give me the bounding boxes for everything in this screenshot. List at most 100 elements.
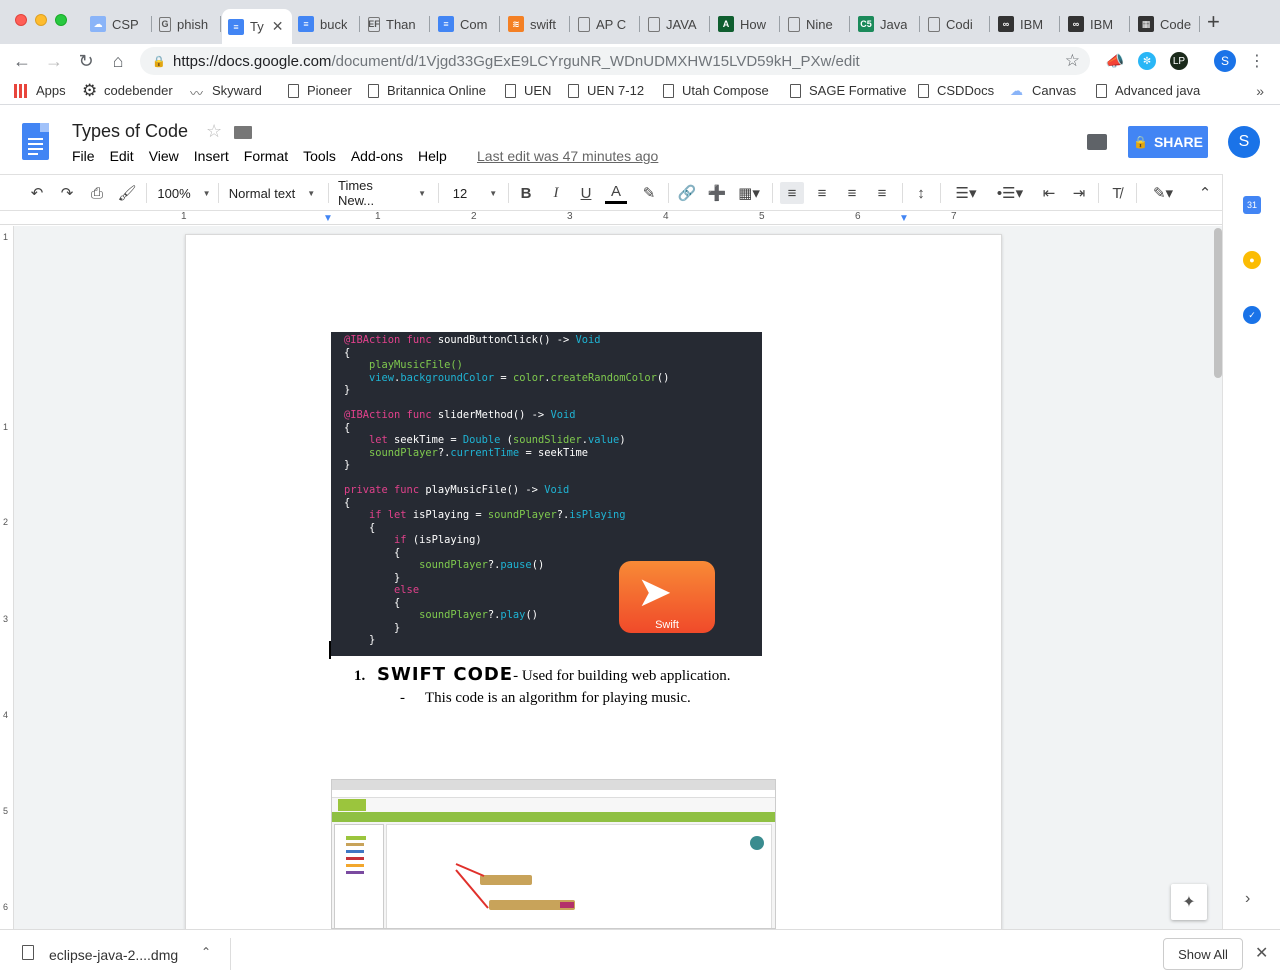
bookmark-star-icon[interactable]: ☆ — [1065, 51, 1080, 71]
print-icon[interactable]: ⎙ — [86, 182, 108, 204]
star-icon[interactable]: ☆ — [206, 121, 222, 142]
clear-formatting-icon[interactable]: T̸ — [1106, 182, 1128, 204]
tasks-icon[interactable]: ✓ — [1243, 306, 1261, 324]
menu-view[interactable]: View — [149, 148, 179, 164]
align-right-icon[interactable]: ≡ — [841, 182, 863, 204]
window-zoom-button[interactable] — [55, 14, 67, 26]
tab-14[interactable]: ∞ IBM — [992, 9, 1060, 39]
address-bar[interactable]: 🔒 https://docs.google.com/document/d/1Vj… — [140, 47, 1090, 75]
numbered-list-icon[interactable]: ☰▾ — [948, 182, 984, 204]
menu-tools[interactable]: Tools — [303, 148, 336, 164]
extension-icon[interactable]: ✼ — [1138, 52, 1156, 70]
document-title[interactable]: Types of Code — [72, 121, 188, 142]
bulleted-list-icon[interactable]: •☰▾ — [992, 182, 1028, 204]
app-inventor-screenshot-image[interactable] — [331, 779, 776, 929]
align-justify-icon[interactable]: ≡ — [871, 182, 893, 204]
bookmark-item[interactable]: ⚙ codebender — [82, 82, 173, 99]
tab-13[interactable]: Codi — [922, 9, 990, 39]
tab-5[interactable]: EF Than — [362, 9, 430, 39]
add-comment-icon[interactable]: ➕ — [706, 182, 728, 204]
align-center-icon[interactable]: ≡ — [811, 182, 833, 204]
last-edit-link[interactable]: Last edit was 47 minutes ago — [477, 148, 658, 164]
tab-2[interactable]: Gphish — [153, 9, 221, 39]
zoom-select[interactable]: 100% ▼ — [156, 182, 212, 204]
decrease-indent-icon[interactable]: ⇤ — [1038, 182, 1060, 204]
window-close-button[interactable] — [15, 14, 27, 26]
font-size-select[interactable]: 12 ▼ — [448, 182, 502, 204]
new-tab-button[interactable]: + — [1207, 11, 1220, 33]
align-left-icon[interactable]: ≡ — [780, 182, 804, 204]
tab-7[interactable]: ≋ swift — [502, 9, 570, 39]
bookmark-item[interactable]: SAGE Formative — [790, 83, 907, 98]
paint-format-icon[interactable]: 🖌 — [116, 182, 138, 204]
show-all-button[interactable]: Show All — [1163, 938, 1243, 970]
chevron-right-icon[interactable]: › — [1245, 890, 1250, 908]
underline-icon[interactable]: U — [575, 182, 597, 204]
menu-edit[interactable]: Edit — [110, 148, 134, 164]
keep-icon[interactable]: ● — [1243, 251, 1261, 269]
reload-icon[interactable]: ↻ — [74, 49, 98, 73]
text-color-icon[interactable]: A — [605, 182, 627, 204]
docs-logo-icon[interactable] — [22, 123, 49, 160]
right-margin-marker-icon[interactable]: ▼ — [899, 213, 909, 224]
tab-6[interactable]: ≡ Com — [432, 9, 500, 39]
close-icon[interactable]: ✕ — [1255, 943, 1268, 963]
tab-4[interactable]: ≡ buck — [292, 9, 360, 39]
bookmark-item[interactable]: Britannica Online — [368, 83, 486, 98]
tab-11[interactable]: Nine — [782, 9, 850, 39]
indent-marker-icon[interactable]: ▼ — [323, 213, 333, 224]
editing-mode-icon[interactable]: ✎▾ — [1146, 182, 1180, 204]
bookmark-item[interactable]: ☁ Canvas — [1010, 83, 1076, 98]
profile-avatar[interactable]: S — [1214, 50, 1236, 72]
link-icon[interactable]: 🔗 — [676, 182, 698, 204]
highlight-color-icon[interactable]: ✎ — [638, 182, 660, 204]
menu-addons[interactable]: Add-ons — [351, 148, 403, 164]
tab-15[interactable]: ∞ IBM — [1062, 9, 1130, 39]
line-spacing-icon[interactable]: ↕ — [910, 182, 932, 204]
font-select[interactable]: Times New... ▼ — [338, 178, 426, 208]
bookmark-item[interactable]: Pioneer — [288, 83, 352, 98]
back-arrow-icon[interactable]: ← — [10, 49, 34, 73]
folder-icon[interactable] — [234, 126, 252, 139]
tab-close-icon[interactable]: ✕ — [272, 18, 284, 35]
undo-icon[interactable]: ↶ — [26, 182, 48, 204]
italic-icon[interactable]: I — [545, 182, 567, 204]
comments-icon[interactable] — [1087, 134, 1107, 150]
tab-1[interactable]: ☁ CSP — [84, 9, 152, 39]
increase-indent-icon[interactable]: ⇥ — [1068, 182, 1090, 204]
window-minimize-button[interactable] — [35, 14, 47, 26]
menu-insert[interactable]: Insert — [194, 148, 229, 164]
forward-arrow-icon[interactable]: → — [42, 49, 66, 73]
tab-9[interactable]: JAVA — [642, 9, 710, 39]
menu-file[interactable]: File — [72, 148, 95, 164]
menu-format[interactable]: Format — [244, 148, 288, 164]
bookmark-item[interactable]: UEN — [505, 83, 551, 98]
user-avatar[interactable]: S — [1228, 126, 1260, 158]
tab-12[interactable]: C5 Java — [852, 9, 920, 39]
download-filename[interactable]: eclipse-java-2....dmg — [49, 947, 178, 963]
tab-8[interactable]: AP C — [572, 9, 640, 39]
tab-3[interactable]: ≡ Ty ✕ — [222, 9, 292, 44]
menu-kebab-icon[interactable]: ⋮ — [1248, 52, 1266, 70]
redo-icon[interactable]: ↷ — [56, 182, 78, 204]
bookmark-item[interactable]: Utah Compose — [663, 83, 769, 98]
home-icon[interactable]: ⌂ — [106, 49, 130, 73]
lastpass-icon[interactable]: LP — [1170, 52, 1188, 70]
scrollbar-thumb[interactable] — [1214, 228, 1222, 378]
bookmarks-more-icon[interactable]: » — [1256, 83, 1264, 99]
bookmark-item[interactable]: UEN 7-12 — [568, 83, 644, 98]
calendar-icon[interactable]: 31 — [1243, 196, 1261, 214]
sub-list-item[interactable]: - This code is an algorithm for playing m… — [400, 690, 691, 707]
tab-16[interactable]: ▦ Code — [1132, 9, 1200, 39]
megaphone-icon[interactable]: 📣 — [1106, 52, 1125, 70]
style-select[interactable]: Normal text ▼ — [228, 182, 316, 204]
collapse-menu-icon[interactable]: ⌃ — [1194, 182, 1216, 204]
share-button[interactable]: 🔒 SHARE — [1128, 126, 1208, 158]
chevron-up-icon[interactable]: ⌃ — [201, 945, 211, 959]
menu-help[interactable]: Help — [418, 148, 447, 164]
bookmark-item[interactable]: Apps — [14, 83, 66, 98]
bold-icon[interactable]: B — [515, 182, 537, 204]
tab-10[interactable]: A How — [712, 9, 780, 39]
bookmark-item[interactable]: CSDDocs — [918, 83, 994, 98]
list-item[interactable]: 1. SWIFT CODE - Used for building web ap… — [354, 664, 731, 685]
